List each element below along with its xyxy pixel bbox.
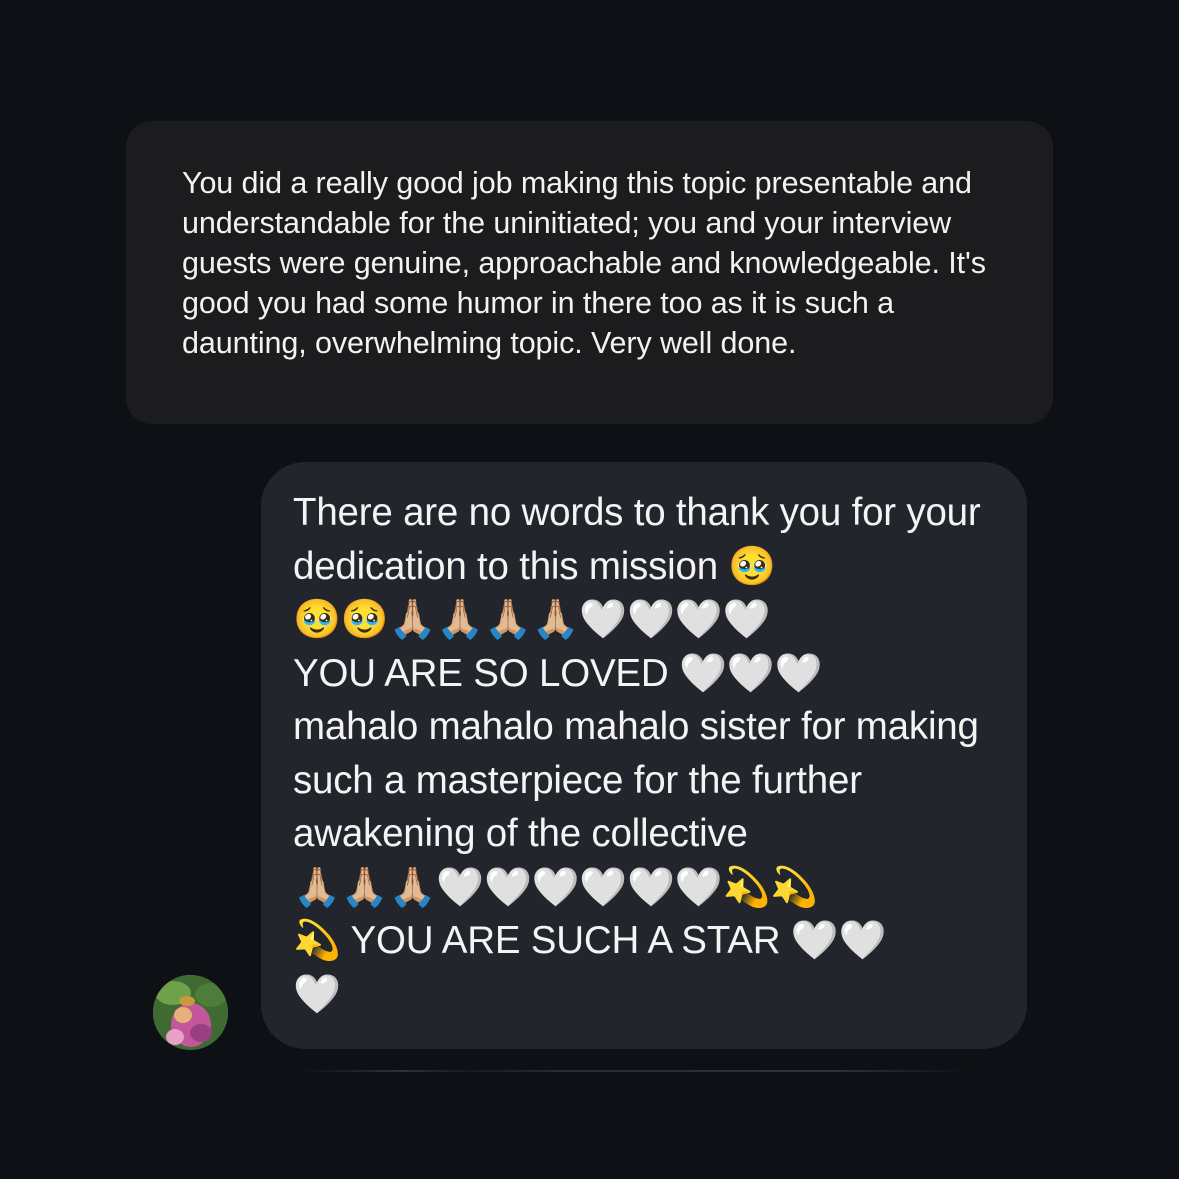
profile-avatar[interactable] [153,975,228,1050]
received-message-bubble[interactable]: You did a really good job making this to… [126,121,1053,424]
avatar-photo-icon [153,975,228,1050]
chat-screen: You did a really good job making this to… [0,0,1179,1179]
reply-message-text: There are no words to thank you for your… [293,491,981,1016]
received-message-text: You did a really good job making this to… [182,166,986,360]
composer-divider [300,1070,970,1072]
reply-message-bubble[interactable]: There are no words to thank you for your… [261,462,1027,1049]
